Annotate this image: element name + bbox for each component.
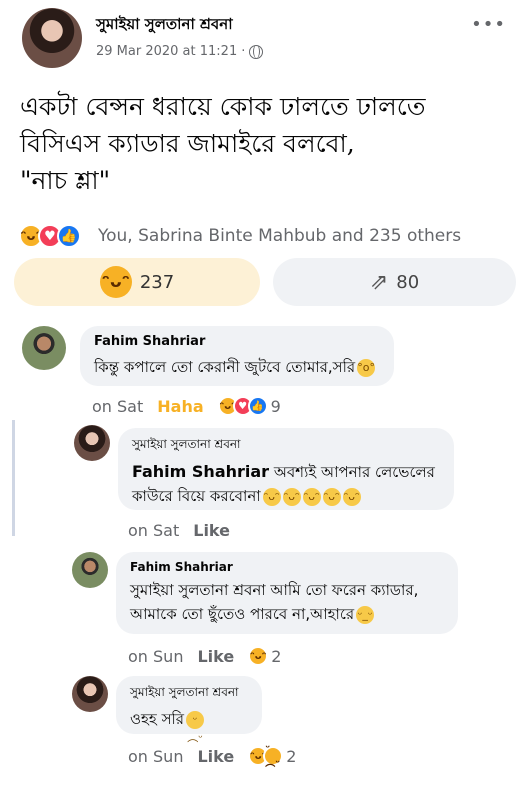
post-text: একটা বেন্সন ধরায়ে কোক ঢালতে ঢালতে বিসিএ… — [20, 88, 510, 199]
comment-author[interactable]: Fahim Shahriar — [94, 334, 380, 349]
comment-author[interactable]: সুমাইয়া সুলতানা শ্রবনা — [132, 436, 440, 456]
commenter-avatar[interactable] — [72, 676, 108, 712]
reaction-count: 9 — [270, 396, 281, 416]
post-timestamp[interactable]: 29 Mar 2020 at 11:21 — [96, 44, 237, 59]
like-icon: 👍 — [57, 224, 81, 248]
haha-reaction-button[interactable]: ᵔᴗᵔ 237 — [14, 258, 260, 306]
grin-emoji-icon: ᵔᴗᵔ — [322, 487, 341, 506]
comment-text: সুমাইয়া সুলতানা শ্রবনা আমি তো ফরেন ক্যা… — [130, 578, 444, 626]
globe-icon — [249, 44, 264, 59]
post-text-line: "নাচ শ্লা" — [20, 166, 111, 195]
mention-link[interactable]: Fahim Shahriar — [132, 462, 269, 481]
comment-bubble: Fahim Shahriar সুমাইয়া সুলতানা শ্রবনা আ… — [116, 552, 458, 634]
comment-reactions[interactable]: ᵔᴗᵔ ᵕ︵ᵕ — [248, 743, 284, 769]
commenter-avatar[interactable] — [74, 425, 110, 461]
worried-emoji-icon: ᵕ︵ᵕ — [186, 710, 205, 744]
commenter-avatar[interactable] — [22, 326, 66, 370]
comment-meta: on Sun Like ᵔᴗᵔ 2 — [128, 646, 281, 666]
grin-emoji-icon: ᵔᴗᵔ — [302, 487, 321, 506]
grin-emoji-icon: ᵔᴗᵔ — [282, 487, 301, 506]
haha-count: 237 — [139, 271, 175, 293]
comment-author[interactable]: সুমাইয়া সুলতানা শ্রবনা — [130, 684, 248, 704]
comment-text-line: কাউরে বিয়ে করবোনা — [132, 487, 261, 505]
sad-icon: ᵕ︵ᵕ — [263, 743, 284, 769]
commenter-avatar[interactable] — [72, 552, 108, 588]
comment-time[interactable]: on Sun — [128, 647, 183, 666]
post-meta: 29 Mar 2020 at 11:21 · — [96, 44, 264, 59]
comment-text-line: সুমাইয়া সুলতানা শ্রবনা আমি তো ফরেন ক্যা… — [130, 581, 419, 599]
comment-meta: on Sat Like — [128, 521, 230, 540]
like-action[interactable]: Like — [193, 521, 230, 540]
flushed-emoji-icon: °o° — [357, 358, 376, 377]
reaction-icons[interactable]: ᵔᴗᵔ ♥ 👍 — [19, 224, 81, 248]
comment-meta: on Sat Haha ᵔᴗᵔ ♥ 👍 9 — [92, 396, 281, 416]
poster-avatar[interactable] — [22, 8, 82, 68]
comment-text-line: অবশ্যই আপনার লেভেলের — [269, 463, 435, 481]
separator: · — [241, 44, 246, 59]
like-icon: 👍 — [247, 396, 268, 416]
reactions-summary[interactable]: You, Sabrina Binte Mahbub and 235 others — [98, 226, 461, 246]
like-action[interactable]: Like — [197, 747, 234, 766]
post-text-line: বিসিএস ক্যাডার জামাইরে বলবো, — [20, 129, 355, 158]
share-button[interactable]: ⇗ 80 — [273, 258, 516, 306]
sweat-emoji-icon: ᵕ_ᵕ — [356, 605, 375, 624]
more-options-icon[interactable]: ••• — [471, 14, 506, 35]
haha-icon: ᵔᴗᵔ — [99, 266, 132, 298]
comment-text: ওহহ সরি — [130, 710, 185, 728]
reply-thread-line — [12, 420, 15, 536]
post-text-line: একটা বেন্সন ধরায়ে কোক ঢালতে ঢালতে — [20, 92, 426, 121]
like-action[interactable]: Like — [197, 647, 234, 666]
haha-icon: ᵔᴗᵔ — [248, 646, 269, 666]
reaction-count: 2 — [271, 646, 282, 666]
comment-reactions[interactable]: ᵔᴗᵔ — [248, 646, 269, 666]
comment-bubble: Fahim Shahriar কিন্তু কপালে তো কেরানী জু… — [80, 326, 394, 386]
share-count: 80 — [396, 271, 420, 293]
reaction-count: 2 — [286, 746, 297, 766]
haha-action[interactable]: Haha — [157, 397, 203, 416]
grin-emoji-icon: ᵔᴗᵔ — [342, 487, 361, 506]
comment-text-line: আমাকে তো ছুঁতেও পারবে না,আহারে — [130, 605, 355, 623]
comment-text: কিন্তু কপালে তো কেরানী জুটবে তোমার,সরি — [94, 358, 356, 376]
comment-time[interactable]: on Sat — [128, 521, 179, 540]
comment-time[interactable]: on Sat — [92, 397, 143, 416]
comment-meta: on Sun Like ᵔᴗᵔ ᵕ︵ᵕ 2 — [128, 743, 297, 769]
share-icon: ⇗ — [369, 269, 389, 295]
comment-time[interactable]: on Sun — [128, 747, 183, 766]
comment-bubble: সুমাইয়া সুলতানা শ্রবনা Fahim Shahriar অ… — [118, 428, 454, 510]
grin-emoji-icon: ᵔᴗᵔ — [262, 487, 281, 506]
poster-name[interactable]: সুমাইয়া সুলতানা শ্রবনা — [96, 13, 233, 38]
comment-text: Fahim Shahriar অবশ্যই আপনার লেভেলের কাউর… — [132, 460, 440, 508]
comment-bubble: সুমাইয়া সুলতানা শ্রবনা ওহহ সরি ᵕ︵ᵕ — [116, 676, 262, 744]
comment-author[interactable]: Fahim Shahriar — [130, 560, 444, 574]
comment-reactions[interactable]: ᵔᴗᵔ ♥ 👍 — [217, 396, 268, 416]
